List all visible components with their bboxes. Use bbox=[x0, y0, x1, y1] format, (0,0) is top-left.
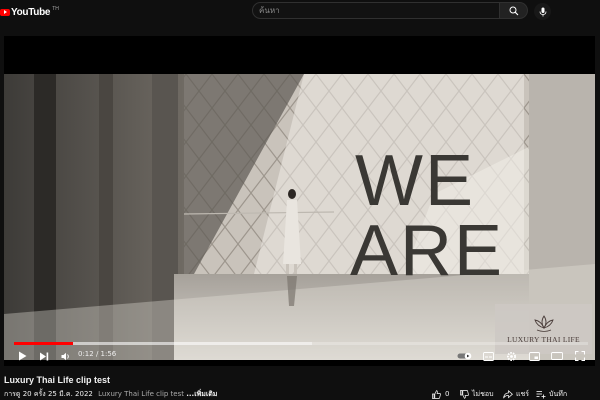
voice-search-button[interactable] bbox=[534, 3, 551, 20]
video-title: Luxury Thai Life clip test bbox=[4, 375, 111, 385]
save-button[interactable]: บันทึก bbox=[536, 388, 567, 400]
video-meta[interactable]: การดู 20 ครั้ง 25 มี.ค. 2022 Luxury Thai… bbox=[4, 389, 217, 400]
time-display: 0:12 / 1:56 bbox=[78, 350, 117, 358]
youtube-logo[interactable]: YouTube TH bbox=[0, 4, 59, 20]
search-bar bbox=[252, 2, 528, 21]
search-button[interactable] bbox=[500, 2, 528, 19]
save-playlist-icon bbox=[536, 390, 546, 398]
volume-icon bbox=[61, 352, 69, 360]
dislike-label: ไม่ชอบ bbox=[472, 389, 494, 398]
dislike-button[interactable]: ไม่ชอบ bbox=[460, 388, 494, 400]
play-icon bbox=[18, 351, 26, 361]
lotus-logo-icon bbox=[533, 315, 554, 332]
video-player[interactable]: WE ARE LUXURY THAI LIFE 0:12 / 1:56 bbox=[4, 36, 595, 366]
progress-played bbox=[14, 342, 74, 345]
settings-button[interactable] bbox=[503, 348, 519, 364]
next-icon bbox=[40, 352, 49, 360]
show-more-link[interactable]: ...เพิ่มเติม bbox=[186, 390, 217, 398]
logo-region: TH bbox=[52, 5, 59, 12]
autoplay-toggle-icon bbox=[457, 352, 472, 360]
miniplayer-icon bbox=[528, 351, 540, 361]
like-count: 0 bbox=[445, 390, 450, 398]
autoplay-toggle[interactable] bbox=[456, 348, 474, 364]
subtitles-button[interactable] bbox=[480, 348, 496, 364]
view-count: การดู 20 ครั้ง bbox=[4, 390, 46, 398]
gear-icon bbox=[506, 351, 516, 361]
share-button[interactable]: แชร์ bbox=[503, 388, 529, 400]
upload-date: 25 มี.ค. 2022 bbox=[47, 390, 93, 398]
fullscreen-icon bbox=[575, 351, 585, 361]
search-icon bbox=[509, 6, 518, 15]
thumbs-down-icon bbox=[460, 389, 469, 399]
play-button[interactable] bbox=[14, 348, 30, 364]
thumbs-up-icon bbox=[432, 389, 441, 399]
top-bar: YouTube TH bbox=[0, 0, 600, 24]
description-snippet: Luxury Thai Life clip test bbox=[98, 390, 184, 398]
fullscreen-button[interactable] bbox=[572, 348, 588, 364]
miniplayer-button[interactable] bbox=[526, 348, 542, 364]
progress-bar[interactable] bbox=[14, 342, 588, 345]
save-label: บันทึก bbox=[549, 389, 568, 398]
search-input[interactable] bbox=[252, 2, 500, 19]
youtube-play-icon bbox=[0, 8, 10, 16]
next-button[interactable] bbox=[36, 348, 52, 364]
video-overlay-text: WE ARE bbox=[350, 141, 505, 291]
theater-icon bbox=[551, 352, 563, 360]
mute-button[interactable] bbox=[58, 348, 74, 364]
logo-text: YouTube bbox=[11, 6, 51, 18]
share-icon bbox=[503, 389, 513, 398]
microphone-icon bbox=[539, 7, 546, 16]
subtitles-icon bbox=[482, 351, 494, 361]
share-label: แชร์ bbox=[516, 389, 530, 398]
player-controls: 0:12 / 1:56 bbox=[4, 347, 595, 365]
theater-mode-button[interactable] bbox=[549, 348, 565, 364]
like-button[interactable]: 0 bbox=[432, 388, 449, 400]
